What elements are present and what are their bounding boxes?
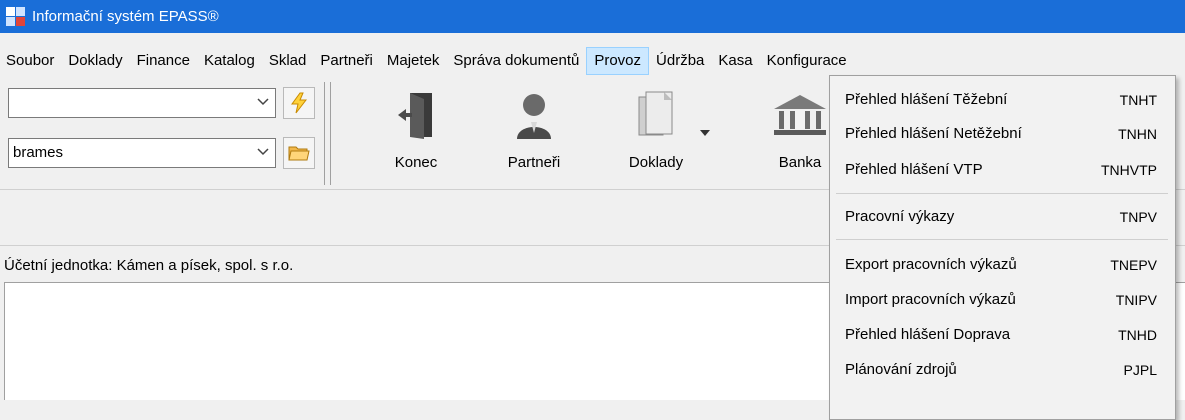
banka-label: Banka [778, 154, 822, 171]
user-combo-value: brames [13, 144, 64, 161]
menu-finance[interactable]: Finance [130, 47, 197, 75]
menuitem-shortcut: TNHT [1119, 92, 1157, 108]
menuitem-label: Import pracovních výkazů [845, 291, 1016, 308]
menuitem-import-vykazu[interactable]: Import pracovních výkazů TNIPV [830, 283, 1175, 317]
menuitem-shortcut: PJPL [1123, 362, 1157, 378]
menuitem-shortcut: TNHD [1118, 327, 1157, 343]
menuitem-label: Přehled hlášení Netěžební [845, 125, 1022, 142]
title-bar: Informační systém EPASS® [0, 0, 1185, 33]
unit-combo[interactable] [8, 88, 276, 118]
menuitem-label: Přehled hlášení Doprava [845, 326, 1011, 343]
menuitem-label: Přehled hlášení Těžební [845, 91, 1008, 108]
chevron-down-icon[interactable] [257, 145, 269, 157]
user-combo[interactable]: brames [8, 138, 276, 168]
partneri-label: Partneři [507, 154, 561, 171]
menu-sprava-dokumentu[interactable]: Správa dokumentů [446, 47, 586, 75]
toolbar-separator [324, 82, 325, 185]
menu-soubor[interactable]: Soubor [0, 47, 61, 75]
konec-label: Konec [394, 154, 438, 171]
lightning-icon [291, 92, 308, 114]
menu-separator [836, 239, 1168, 240]
window-title: Informační systém EPASS® [32, 8, 219, 25]
doklady-button[interactable]: Doklady [614, 86, 698, 171]
menu-majetek[interactable]: Majetek [380, 47, 447, 75]
menu-separator [836, 193, 1168, 194]
menuitem-prehled-netezebni[interactable]: Přehled hlášení Netěžební TNHN [830, 117, 1175, 151]
menu-kasa[interactable]: Kasa [711, 47, 759, 75]
menu-sklad[interactable]: Sklad [262, 47, 314, 75]
toolbar-separator [330, 82, 331, 185]
menuitem-prehled-tezebni[interactable]: Přehled hlášení Těžební TNHT [830, 83, 1175, 117]
doklady-dropdown-arrow[interactable] [700, 130, 710, 136]
banka-button[interactable]: Banka [770, 86, 830, 171]
konec-button[interactable]: Konec [379, 86, 453, 171]
menuitem-label: Přehled hlášení VTP [845, 161, 983, 178]
menuitem-shortcut: TNIPV [1115, 292, 1157, 308]
menu-partneri[interactable]: Partneři [313, 47, 380, 75]
bank-icon [774, 95, 826, 135]
exit-door-icon [398, 93, 432, 139]
partneri-button[interactable]: Partneři [494, 86, 574, 171]
menu-bar: Soubor Doklady Finance Katalog Sklad Par… [0, 47, 1185, 75]
provoz-dropdown-menu: Přehled hlášení Těžební TNHT Přehled hlá… [829, 75, 1176, 420]
menu-udrzba[interactable]: Údržba [649, 47, 711, 75]
documents-icon [638, 91, 673, 136]
menuitem-prehled-vtp[interactable]: Přehled hlášení VTP TNHVTP [830, 153, 1175, 187]
menu-doklady[interactable]: Doklady [61, 47, 129, 75]
menuitem-shortcut: TNEPV [1110, 257, 1157, 273]
menuitem-label: Plánování zdrojů [845, 361, 957, 378]
person-icon [517, 94, 551, 139]
lightning-button[interactable] [283, 87, 315, 119]
menuitem-label: Pracovní výkazy [845, 208, 955, 225]
chevron-down-icon[interactable] [257, 95, 269, 107]
menu-konfigurace[interactable]: Konfigurace [760, 47, 854, 75]
menuitem-shortcut: TNHVTP [1101, 162, 1157, 178]
menuitem-planovani-zdroju[interactable]: Plánování zdrojů PJPL [830, 353, 1175, 387]
open-folder-button[interactable] [283, 137, 315, 169]
app-icon [6, 6, 26, 27]
folder-icon [288, 146, 310, 161]
menuitem-pracovni-vykazy[interactable]: Pracovní výkazy TNPV [830, 200, 1175, 234]
menuitem-label: Export pracovních výkazů [845, 256, 1017, 273]
menu-katalog[interactable]: Katalog [197, 47, 262, 75]
menu-provoz[interactable]: Provoz [586, 47, 650, 75]
menuitem-export-vykazu[interactable]: Export pracovních výkazů TNEPV [830, 248, 1175, 282]
doklady-label: Doklady [628, 154, 684, 171]
menuitem-prehled-doprava[interactable]: Přehled hlášení Doprava TNHD [830, 318, 1175, 352]
menuitem-shortcut: TNHN [1118, 126, 1157, 142]
menuitem-shortcut: TNPV [1119, 209, 1157, 225]
